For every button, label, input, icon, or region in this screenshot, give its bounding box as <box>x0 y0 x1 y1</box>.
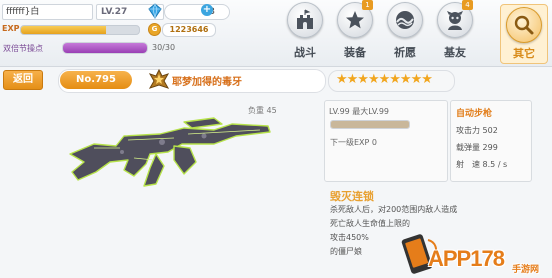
gold-coin-icon: G <box>148 23 161 36</box>
rank-emblem-icon <box>148 68 170 89</box>
wave-icon <box>396 11 414 29</box>
skill-desc-line: 死亡敌人生命值上限的 <box>330 219 410 228</box>
weapon-next-exp: 下一级EXP 0 <box>330 138 377 147</box>
player-name: ffffff}白 <box>2 4 93 20</box>
weapon-number-badge: No.795 <box>60 71 132 89</box>
weapon-level-text: LV.99 最大LV.99 <box>329 107 390 116</box>
rarity-stars: ★★★★★★★★★ <box>336 72 433 87</box>
weapon-load: 负重 45 <box>248 106 277 115</box>
friends-icon <box>447 11 463 30</box>
add-gems-button[interactable]: + <box>201 4 213 16</box>
more-icon <box>514 15 534 35</box>
weapon-level-bar-fill <box>331 121 409 128</box>
castle-icon <box>297 9 313 29</box>
nav-wish-button[interactable]: 祈愿 <box>382 0 428 62</box>
nav-more-label: 其它 <box>513 47 535 60</box>
gold-count: 1223646 <box>162 23 216 37</box>
star-icon <box>346 11 364 29</box>
nav-equipment-button[interactable]: 1 装备 <box>332 0 378 62</box>
nav-friends-button[interactable]: 4 基友 <box>432 0 478 62</box>
stat-label: 射 速 <box>456 160 480 169</box>
double-xp-value: 30/30 <box>152 43 176 52</box>
stat-value: 8.5 / s <box>482 160 508 169</box>
back-button[interactable]: 返回 <box>3 70 43 90</box>
nav-equipment-badge: 1 <box>362 0 373 10</box>
gem-count: 3 <box>164 4 230 20</box>
weapon-type: 自动步枪 <box>456 109 493 119</box>
nav-battle-label: 战斗 <box>294 46 316 59</box>
skill-desc-line: 杀死敌人后，对200范围内敌人造成 <box>330 205 458 214</box>
stat-label: 载弹量 <box>456 143 480 152</box>
nav-wish-label: 祈愿 <box>394 46 416 59</box>
double-xp-label: 双倍节操点 <box>3 44 43 53</box>
stat-row-attack: 攻击力 502 <box>456 125 498 136</box>
nav-friends-label: 基友 <box>444 46 466 59</box>
nav-friends-badge: 4 <box>462 0 473 10</box>
stat-label: 攻击力 <box>456 126 480 135</box>
weapon-image <box>69 117 271 187</box>
stat-row-firerate: 射 速 8.5 / s <box>456 159 507 170</box>
diamond-icon <box>148 3 162 19</box>
double-xp-bar <box>62 42 148 54</box>
exp-label: EXP <box>2 24 20 33</box>
exp-bar-fill <box>21 26 106 34</box>
skill-title: 毁灭连锁 <box>330 190 374 203</box>
nav-equipment-label: 装备 <box>344 46 366 59</box>
nav-more-button[interactable]: 其它 <box>500 4 548 64</box>
exp-bar <box>20 25 140 35</box>
watermark-text: APP178 <box>428 246 505 271</box>
nav-battle-button[interactable]: 战斗 <box>282 0 328 62</box>
double-xp-bar-fill <box>63 43 147 53</box>
stat-value: 299 <box>482 143 498 152</box>
weapon-name: 耶梦加得的毒牙 <box>172 77 242 88</box>
stat-value: 502 <box>482 126 498 135</box>
watermark-subtext: 手游网 <box>512 265 540 275</box>
stat-row-ammo: 载弹量 299 <box>456 142 498 153</box>
weapon-level-bar <box>330 120 410 129</box>
